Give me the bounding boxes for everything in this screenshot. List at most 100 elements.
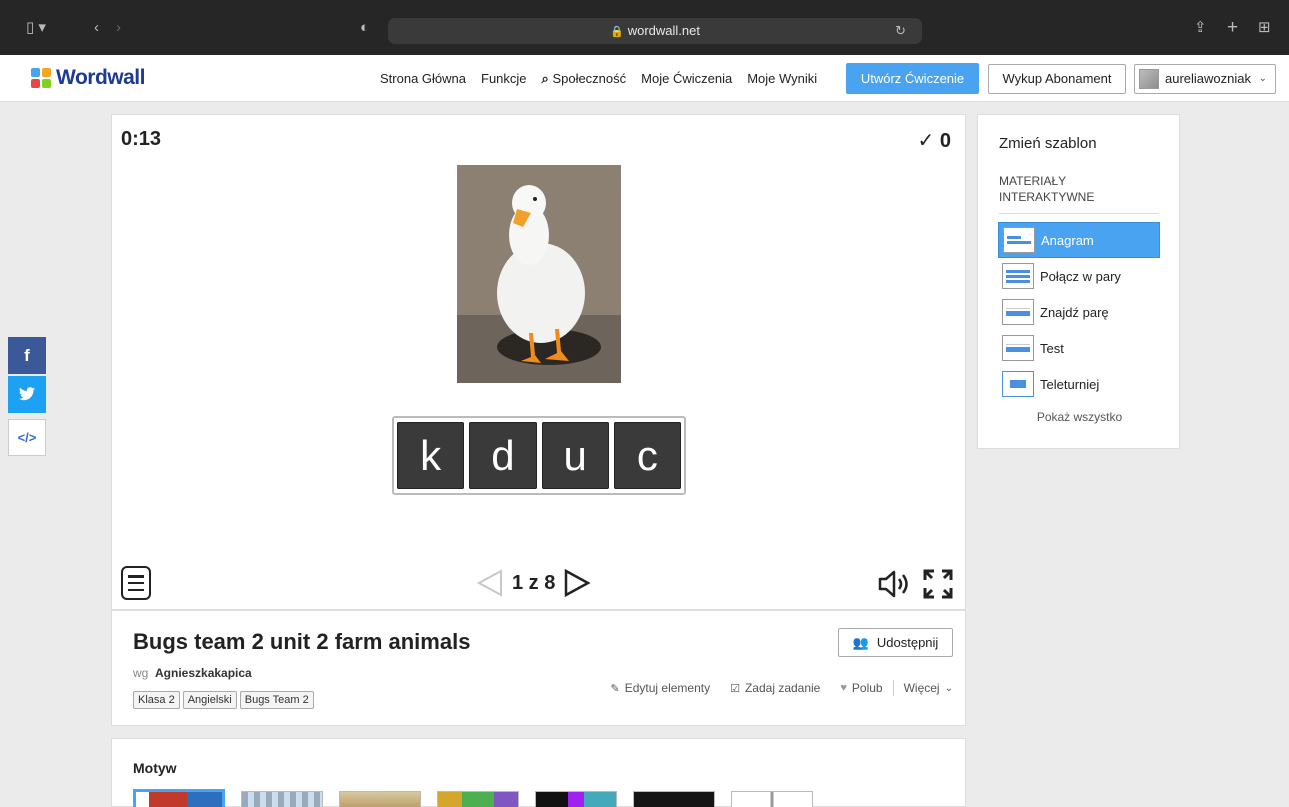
- menu-icon[interactable]: [121, 566, 151, 600]
- activity-actions: ✎ Edytuj elementy ☑ Zadaj zadanie ♥ Polub W…: [590, 680, 953, 696]
- nav-home[interactable]: Strona Główna: [380, 71, 466, 86]
- author-name[interactable]: Agnieszkakapica: [155, 666, 252, 680]
- more-button[interactable]: Więcej ⌄: [904, 681, 953, 695]
- tag[interactable]: Klasa 2: [133, 691, 180, 709]
- logo-icon: [31, 68, 51, 88]
- activity-player: 0:13 ✓ 0 k d u c 1 z 8: [111, 114, 966, 610]
- fullscreen-icon[interactable]: [920, 566, 956, 602]
- user-menu[interactable]: aureliawozniak ⌄: [1134, 64, 1276, 94]
- section-heading-line: INTERAKTYWNE: [999, 190, 1095, 204]
- tag[interactable]: Angielski: [182, 691, 237, 709]
- template-label: Teleturniej: [1040, 376, 1100, 392]
- template-quiz[interactable]: Test: [998, 330, 1160, 366]
- back-icon[interactable]: ‹: [94, 18, 99, 38]
- address-bar[interactable]: 🔒 wordwall.net ↻: [388, 18, 922, 44]
- show-all-link[interactable]: Pokaż wszystko: [978, 410, 1181, 424]
- theme-thumbnail[interactable]: [133, 789, 225, 807]
- heart-icon: ♥: [840, 682, 847, 694]
- panel-title: Zmień szablon: [999, 135, 1097, 152]
- theme-thumbnail[interactable]: [339, 791, 421, 807]
- activity-title: Bugs team 2 unit 2 farm animals: [133, 629, 471, 654]
- score-display: ✓ 0: [918, 128, 951, 153]
- template-gameshow[interactable]: Teleturniej: [998, 366, 1160, 402]
- nav-features[interactable]: Funkcje: [481, 71, 527, 86]
- nav-my-activities[interactable]: Moje Ćwiczenia: [641, 71, 732, 86]
- author-line: wg Agnieszkakapica: [133, 666, 252, 680]
- page-indicator: 1 z 8: [512, 571, 556, 594]
- theme-section: Motyw: [111, 738, 966, 807]
- new-tab-icon[interactable]: +: [1227, 18, 1238, 38]
- like-label: Polub: [851, 681, 883, 695]
- share-label: Udostępnij: [876, 635, 939, 650]
- template-label: Test: [1040, 340, 1064, 356]
- section-heading-line: MATERIAŁY: [999, 174, 1067, 188]
- embed-button[interactable]: </>: [8, 419, 46, 456]
- edit-label: Edytuj elementy: [624, 681, 711, 695]
- template-list: Anagram Połącz w pary Znajdź parę Test T…: [998, 222, 1160, 402]
- privacy-shield-icon[interactable]: ◐: [360, 18, 369, 38]
- template-match-up[interactable]: Połącz w pary: [998, 258, 1160, 294]
- duck-image: [457, 165, 621, 383]
- activity-info: Bugs team 2 unit 2 farm animals 👥 Udostęp…: [111, 610, 966, 726]
- theme-thumbnail[interactable]: [535, 791, 617, 807]
- theme-thumbnail[interactable]: [633, 791, 715, 807]
- tab-overview-icon[interactable]: ⊞: [1258, 18, 1271, 38]
- subscribe-button[interactable]: Wykup Abonament: [988, 64, 1126, 94]
- speaker-icon[interactable]: [877, 568, 913, 600]
- anagram-template-icon: [1003, 227, 1035, 253]
- theme-list: [133, 789, 813, 807]
- twitter-share-button[interactable]: [8, 376, 46, 413]
- create-activity-button[interactable]: Utwórz Ćwiczenie: [846, 63, 979, 94]
- facebook-share-button[interactable]: f: [8, 337, 46, 374]
- edit-elements-button[interactable]: ✎ Edytuj elementy: [610, 681, 710, 695]
- template-anagram[interactable]: Anagram: [998, 222, 1160, 258]
- letter-tile[interactable]: k: [397, 422, 465, 489]
- theme-thumbnail[interactable]: [437, 791, 519, 807]
- score-value: 0: [939, 130, 951, 152]
- letter-tile[interactable]: c: [613, 422, 681, 489]
- letter-tile[interactable]: u: [541, 422, 609, 489]
- nav-my-results[interactable]: Moje Wyniki: [747, 71, 817, 86]
- chevron-down-icon: ⌄: [944, 682, 953, 694]
- prev-page-icon[interactable]: [475, 568, 505, 598]
- checkbox-icon: ☑: [730, 682, 740, 695]
- change-template-panel: Zmień szablon MATERIAŁY INTERAKTYWNE Ana…: [977, 114, 1180, 449]
- tag-list: Klasa 2 Angielski Bugs Team 2: [133, 691, 314, 709]
- nav-community[interactable]: ⌕ Społeczność: [542, 71, 627, 87]
- anagram-tiles: k d u c: [392, 416, 686, 495]
- tag[interactable]: Bugs Team 2: [239, 691, 314, 709]
- twitter-icon: [19, 387, 35, 401]
- nav-community-label: Społeczność: [552, 70, 627, 86]
- theme-thumbnail[interactable]: [241, 791, 323, 807]
- letter-tile[interactable]: d: [469, 422, 537, 489]
- assign-label: Zadaj zadanie: [744, 681, 821, 695]
- theme-thumbnail[interactable]: [731, 791, 813, 807]
- share-button[interactable]: 👥 Udostępnij: [838, 628, 953, 657]
- reload-icon[interactable]: ↻: [895, 18, 906, 44]
- like-button[interactable]: ♥ Polub: [840, 681, 882, 695]
- wordwall-logo[interactable]: Wordwall: [31, 66, 145, 90]
- timer: 0:13: [121, 128, 162, 150]
- match-up-template-icon: [1002, 263, 1034, 289]
- author-prefix: wg: [133, 666, 149, 680]
- theme-heading: Motyw: [133, 760, 177, 776]
- section-heading: MATERIAŁY INTERAKTYWNE: [999, 173, 1159, 214]
- lock-icon: 🔒: [610, 26, 624, 38]
- find-match-template-icon: [1002, 299, 1034, 325]
- avatar: [1139, 69, 1159, 89]
- template-find-match[interactable]: Znajdź parę: [998, 294, 1160, 330]
- sidebar-toggle-icon[interactable]: ▯ ▾: [26, 18, 46, 38]
- next-page-icon[interactable]: [562, 568, 592, 598]
- more-label: Więcej: [903, 681, 940, 695]
- divider: [892, 680, 894, 696]
- url-text: wordwall.net: [627, 23, 700, 38]
- template-label: Anagram: [1041, 232, 1094, 248]
- username: aureliawozniak: [1165, 71, 1251, 86]
- pencil-icon: ✎: [610, 682, 620, 695]
- forward-icon[interactable]: ›: [116, 18, 121, 38]
- logo-text: Wordwall: [56, 66, 145, 89]
- search-icon: ⌕: [541, 70, 553, 86]
- template-label: Znajdź parę: [1040, 304, 1109, 320]
- assign-button[interactable]: ☑ Zadaj zadanie: [730, 681, 820, 695]
- share-icon[interactable]: ⇪: [1194, 18, 1207, 38]
